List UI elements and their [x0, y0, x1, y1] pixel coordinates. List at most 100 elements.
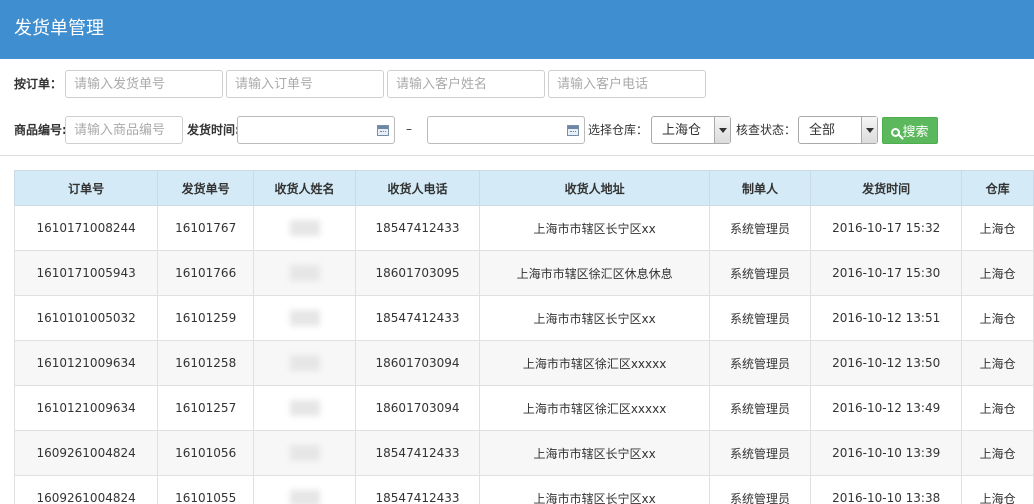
creator-cell: 系统管理员	[709, 430, 811, 476]
receiver-phone-cell: 18601703095	[354, 250, 481, 296]
order-no-cell: 1609261004824	[14, 475, 159, 504]
warehouse-select[interactable]: 上海仓	[651, 116, 731, 144]
ship-no-cell: 16101257	[157, 385, 255, 431]
product-no-input[interactable]	[65, 116, 183, 144]
calendar-icon[interactable]	[567, 125, 579, 136]
order-no-cell: 1610121009634	[14, 340, 159, 386]
receiver-address-cell: 上海市市辖区长宁区xx	[479, 475, 711, 504]
receiver-address-cell: 上海市市辖区长宁区xx	[479, 430, 711, 476]
order-no-cell: 1609261004824	[14, 430, 159, 476]
column-header[interactable]: 发货单号	[157, 170, 255, 206]
column-header[interactable]: 收货人电话	[354, 170, 481, 206]
ship-no-input[interactable]	[65, 70, 223, 98]
ship-no-cell: 16101259	[157, 295, 255, 341]
ship-time-end-input[interactable]	[428, 117, 584, 143]
receiver-address-cell: 上海市市辖区徐汇区xxxxx	[479, 385, 711, 431]
ship-time-cell: 2016-10-17 15:30	[809, 250, 963, 296]
column-header[interactable]: 制单人	[709, 170, 811, 206]
creator-cell: 系统管理员	[709, 340, 811, 386]
column-header[interactable]: 仓库	[961, 170, 1034, 206]
ship-time-cell: 2016-10-12 13:49	[809, 385, 963, 431]
table-row[interactable]: 1609261004824 16101056 18547412433 上海市市辖区长宁…	[14, 430, 1034, 476]
customer-phone-input[interactable]	[548, 70, 706, 98]
shipment-table-container: 订单号 发货单号 收货人姓名 收货人电话 收货人地址 制单人 发货时间 仓库 1…	[14, 170, 1034, 504]
receiver-address-cell: 上海市市辖区徐汇区xxxxx	[479, 340, 711, 386]
redacted-name	[289, 265, 320, 281]
ship-time-cell: 2016-10-12 13:50	[809, 340, 963, 386]
creator-cell: 系统管理员	[709, 250, 811, 296]
ship-no-cell: 16101258	[157, 340, 255, 386]
check-status-select[interactable]: 全部	[798, 116, 878, 144]
table-row[interactable]: 1610121009634 16101258 18601703094 上海市市辖区徐汇…	[14, 340, 1034, 386]
warehouse-label: 选择仓库：	[588, 123, 649, 137]
receiver-name-cell	[253, 205, 356, 251]
receiver-phone-cell: 18547412433	[354, 205, 481, 251]
warehouse-cell: 上海仓	[961, 340, 1034, 386]
column-header[interactable]: 发货时间	[809, 170, 963, 206]
ship-no-cell: 16101055	[157, 475, 255, 504]
warehouse-cell: 上海仓	[961, 205, 1034, 251]
warehouse-cell: 上海仓	[961, 295, 1034, 341]
receiver-address-cell: 上海市市辖区长宁区xx	[479, 205, 711, 251]
table-header-row: 订单号 发货单号 收货人姓名 收货人电话 收货人地址 制单人 发货时间 仓库	[14, 170, 1034, 206]
redacted-name	[289, 400, 320, 416]
receiver-phone-cell: 18547412433	[354, 475, 481, 504]
receiver-name-cell	[253, 385, 356, 431]
creator-cell: 系统管理员	[709, 295, 811, 341]
ship-no-cell: 16101767	[157, 205, 255, 251]
redacted-name	[289, 220, 320, 236]
customer-name-input[interactable]	[387, 70, 545, 98]
search-button[interactable]: 搜索	[882, 117, 938, 144]
product-filter-label: 商品编号:	[14, 123, 67, 137]
ship-no-cell: 16101766	[157, 250, 255, 296]
warehouse-cell: 上海仓	[961, 385, 1034, 431]
redacted-name	[289, 445, 320, 461]
ship-time-cell: 2016-10-10 13:38	[809, 475, 963, 504]
receiver-name-cell	[253, 475, 356, 504]
check-status-label: 核查状态：	[736, 123, 797, 137]
column-header[interactable]: 收货人姓名	[253, 170, 356, 206]
column-header[interactable]: 订单号	[14, 170, 159, 206]
table-row[interactable]: 1610121009634 16101257 18601703094 上海市市辖区徐汇…	[14, 385, 1034, 431]
receiver-name-cell	[253, 250, 356, 296]
receiver-name-cell	[253, 340, 356, 386]
table-row[interactable]: 1610171008244 16101767 18547412433 上海市市辖区长宁…	[14, 205, 1034, 251]
chevron-down-icon[interactable]	[714, 117, 730, 143]
check-status-select-value: 全部	[809, 123, 836, 138]
ship-time-end[interactable]	[427, 116, 585, 144]
table-row[interactable]: 1610101005032 16101259 18547412433 上海市市辖区长宁…	[14, 295, 1034, 341]
column-header[interactable]: 收货人地址	[479, 170, 711, 206]
ship-time-start[interactable]	[237, 116, 395, 144]
table-row[interactable]: 1609261004824 16101055 18547412433 上海市市辖区长宁…	[14, 475, 1034, 504]
chevron-down-icon[interactable]	[861, 117, 877, 143]
warehouse-cell: 上海仓	[961, 430, 1034, 476]
order-no-cell: 1610171008244	[14, 205, 159, 251]
receiver-phone-cell: 18547412433	[354, 430, 481, 476]
page-header: 发货单管理	[0, 0, 1034, 59]
shipment-table: 订单号 发货单号 收货人姓名 收货人电话 收货人地址 制单人 发货时间 仓库 1…	[14, 170, 1034, 504]
receiver-name-cell	[253, 295, 356, 341]
redacted-name	[289, 490, 320, 504]
receiver-phone-cell: 18601703094	[354, 385, 481, 431]
divider	[0, 155, 1034, 156]
order-no-cell: 1610101005032	[14, 295, 159, 341]
calendar-icon[interactable]	[377, 125, 389, 136]
creator-cell: 系统管理员	[709, 475, 811, 504]
redacted-name	[289, 355, 320, 371]
ship-time-cell: 2016-10-17 15:32	[809, 205, 963, 251]
ship-time-cell: 2016-10-12 13:51	[809, 295, 963, 341]
ship-time-label: 发货时间:	[187, 123, 240, 137]
order-filter-label: 按订单：	[14, 77, 63, 91]
warehouse-select-value: 上海仓	[662, 123, 702, 138]
search-icon	[891, 128, 901, 137]
receiver-address-cell: 上海市市辖区长宁区xx	[479, 295, 711, 341]
redacted-name	[289, 310, 320, 326]
table-row[interactable]: 1610171005943 16101766 18601703095 上海市市辖区徐汇…	[14, 250, 1034, 296]
order-no-cell: 1610121009634	[14, 385, 159, 431]
creator-cell: 系统管理员	[709, 385, 811, 431]
order-no-input[interactable]	[226, 70, 384, 98]
warehouse-cell: 上海仓	[961, 475, 1034, 504]
order-no-cell: 1610171005943	[14, 250, 159, 296]
ship-time-start-input[interactable]	[238, 117, 394, 143]
receiver-address-cell: 上海市市辖区徐汇区休息休息	[479, 250, 711, 296]
